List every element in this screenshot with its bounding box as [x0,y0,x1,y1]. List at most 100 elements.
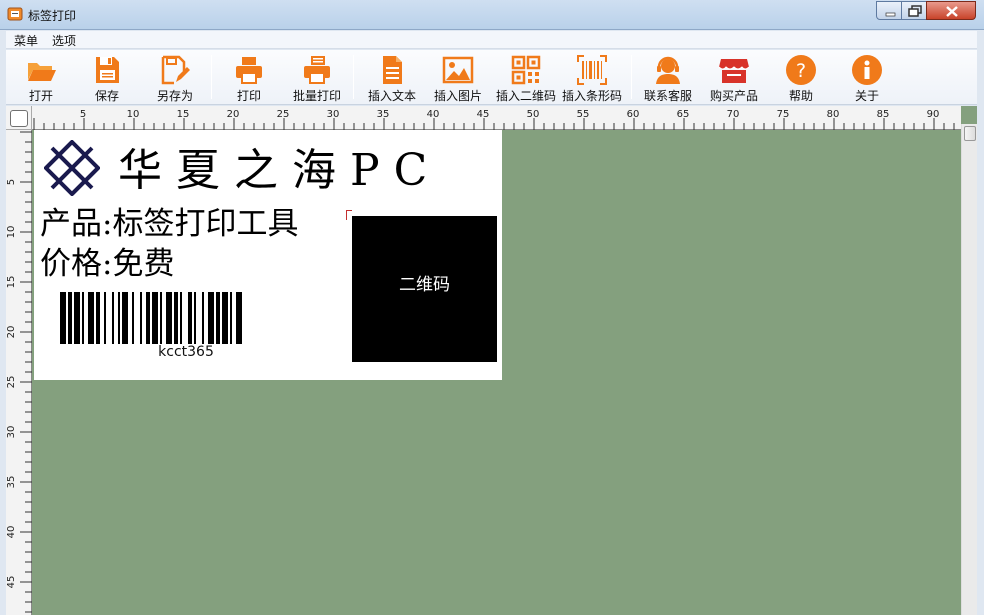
qr-code-placeholder[interactable]: 二维码 [352,216,497,362]
toolbar-separator [631,55,632,99]
ruler-label: 15 [6,276,17,289]
ruler-label: 20 [227,109,240,120]
price-text[interactable]: 价格:免费 [40,246,174,282]
ruler-label: 20 [6,326,17,339]
barcode-bar [112,292,114,344]
ruler-label: 25 [277,109,290,120]
scrollbar-thumb[interactable] [964,126,976,141]
ruler-label: 45 [477,109,490,120]
batch-print-button[interactable]: 批量打印 [288,52,346,104]
customer-service-icon [656,56,680,84]
ruler-label: 30 [327,109,340,120]
barcode-bar [96,292,100,344]
ruler-label: 10 [127,109,140,120]
insert-image-button[interactable]: 插入图片 [430,52,486,104]
save-as-button[interactable]: 另存为 [148,52,202,104]
ruler-label: 25 [6,376,17,389]
about-button[interactable]: 关于 [844,52,890,104]
barcode-icon [577,55,607,85]
ruler-label: 45 [6,576,17,589]
company-name-text[interactable]: 华夏之海PC [118,146,441,196]
shop-icon [718,59,750,83]
about-label: 关于 [854,89,879,103]
barcode-bar [194,292,196,344]
barcode-bar [68,292,72,344]
barcode-bar [166,292,172,344]
image-icon [442,56,474,84]
ruler-label: 5 [80,109,86,120]
barcode-bar [74,292,80,344]
barcode-bar [82,292,84,344]
save-button[interactable]: 保存 [84,52,130,104]
save-as-icon [161,55,190,85]
ruler-corner-box[interactable] [10,110,28,127]
vertical-scrollbar[interactable] [961,124,977,615]
ruler-label: 90 [927,109,940,120]
barcode-bar [216,292,220,344]
print-label: 打印 [236,89,261,103]
horizontal-ruler-ticks: 5 10 15 20 25 30 35 40 45 50 55 60 65 70 75 80 85 90 [33,109,955,130]
insert-text-button[interactable]: 插入文本 [364,52,420,104]
save-as-label: 另存为 [156,89,193,103]
close-icon [946,6,958,17]
product-text[interactable]: 产品:标签打印工具 [40,206,298,242]
vertical-ruler: 5 10 15 20 25 30 35 40 45 [6,130,32,615]
ruler-label: 15 [177,109,190,120]
vertical-ruler-ticks: 5 10 15 20 25 30 35 40 45 [6,131,32,613]
barcode-image[interactable] [56,292,316,344]
insert-barcode-label: 插入条形码 [561,89,622,103]
barcode-bar [222,292,228,344]
insert-image-label: 插入图片 [433,89,482,103]
restore-icon [908,5,922,17]
contact-support-button[interactable]: 联系客服 [640,52,696,104]
ruler-label: 35 [6,476,17,489]
buy-product-label: 购买产品 [709,89,758,103]
minimize-button[interactable] [876,1,902,20]
qr-code-text: 二维码 [399,275,450,295]
barcode-value-text: kcct365 [158,344,214,360]
buy-product-button[interactable]: 购买产品 [706,52,762,104]
window-title: 标签打印 [28,9,77,23]
logo-icon[interactable] [44,140,100,196]
design-workspace[interactable]: 5 10 15 20 25 30 35 40 45 50 55 60 65 70 75 80 85 90 5 10 1… [6,106,977,615]
print-button[interactable]: 打印 [226,52,272,104]
toolbar-separator [211,55,212,99]
barcode-bar [174,292,178,344]
ruler-label: 10 [6,226,17,239]
insert-qr-button[interactable]: 插入二维码 [494,52,558,104]
barcode-bar [202,292,204,344]
help-label: 帮助 [788,89,813,103]
save-icon [96,57,119,83]
maximize-button[interactable] [901,1,927,20]
ruler-label: 30 [6,426,17,439]
menu-item-options[interactable]: 选项 [48,32,80,49]
barcode-bar [152,292,158,344]
menu-bar: 菜单 选项 [6,31,977,49]
barcode-bar [236,292,242,344]
ruler-label: 80 [827,109,840,120]
label-canvas[interactable]: 华夏之海PC 产品:标签打印工具 价格:免费 kcct365 二维码 [34,130,502,380]
barcode-bar [132,292,134,344]
barcode-bar [140,292,142,344]
insert-barcode-button[interactable]: 插入条形码 [560,52,624,104]
ruler-corner [6,106,32,130]
contact-support-label: 联系客服 [643,89,692,103]
barcode-bar [208,292,214,344]
barcode-bar [60,292,66,344]
insert-qr-label: 插入二维码 [495,89,556,103]
minimize-icon [885,12,896,17]
open-button[interactable]: 打开 [18,52,64,104]
help-button[interactable]: ? 帮助 [778,52,824,104]
menu-item-main[interactable]: 菜单 [10,32,42,49]
barcode-bar [230,292,232,344]
insert-text-label: 插入文本 [367,89,416,103]
toolbar-separator [353,55,354,99]
toolbar: 打开 保存 另存为 打印 批量打印 插入文本 插入图片 插入二维码 插入条形码 … [6,50,977,105]
barcode-bar [146,292,150,344]
ruler-label: 50 [527,109,540,120]
close-button[interactable] [926,1,976,20]
barcode-bar [104,292,106,344]
ruler-label: 70 [727,109,740,120]
batch-print-icon [304,56,330,84]
barcode-bar [88,292,94,344]
